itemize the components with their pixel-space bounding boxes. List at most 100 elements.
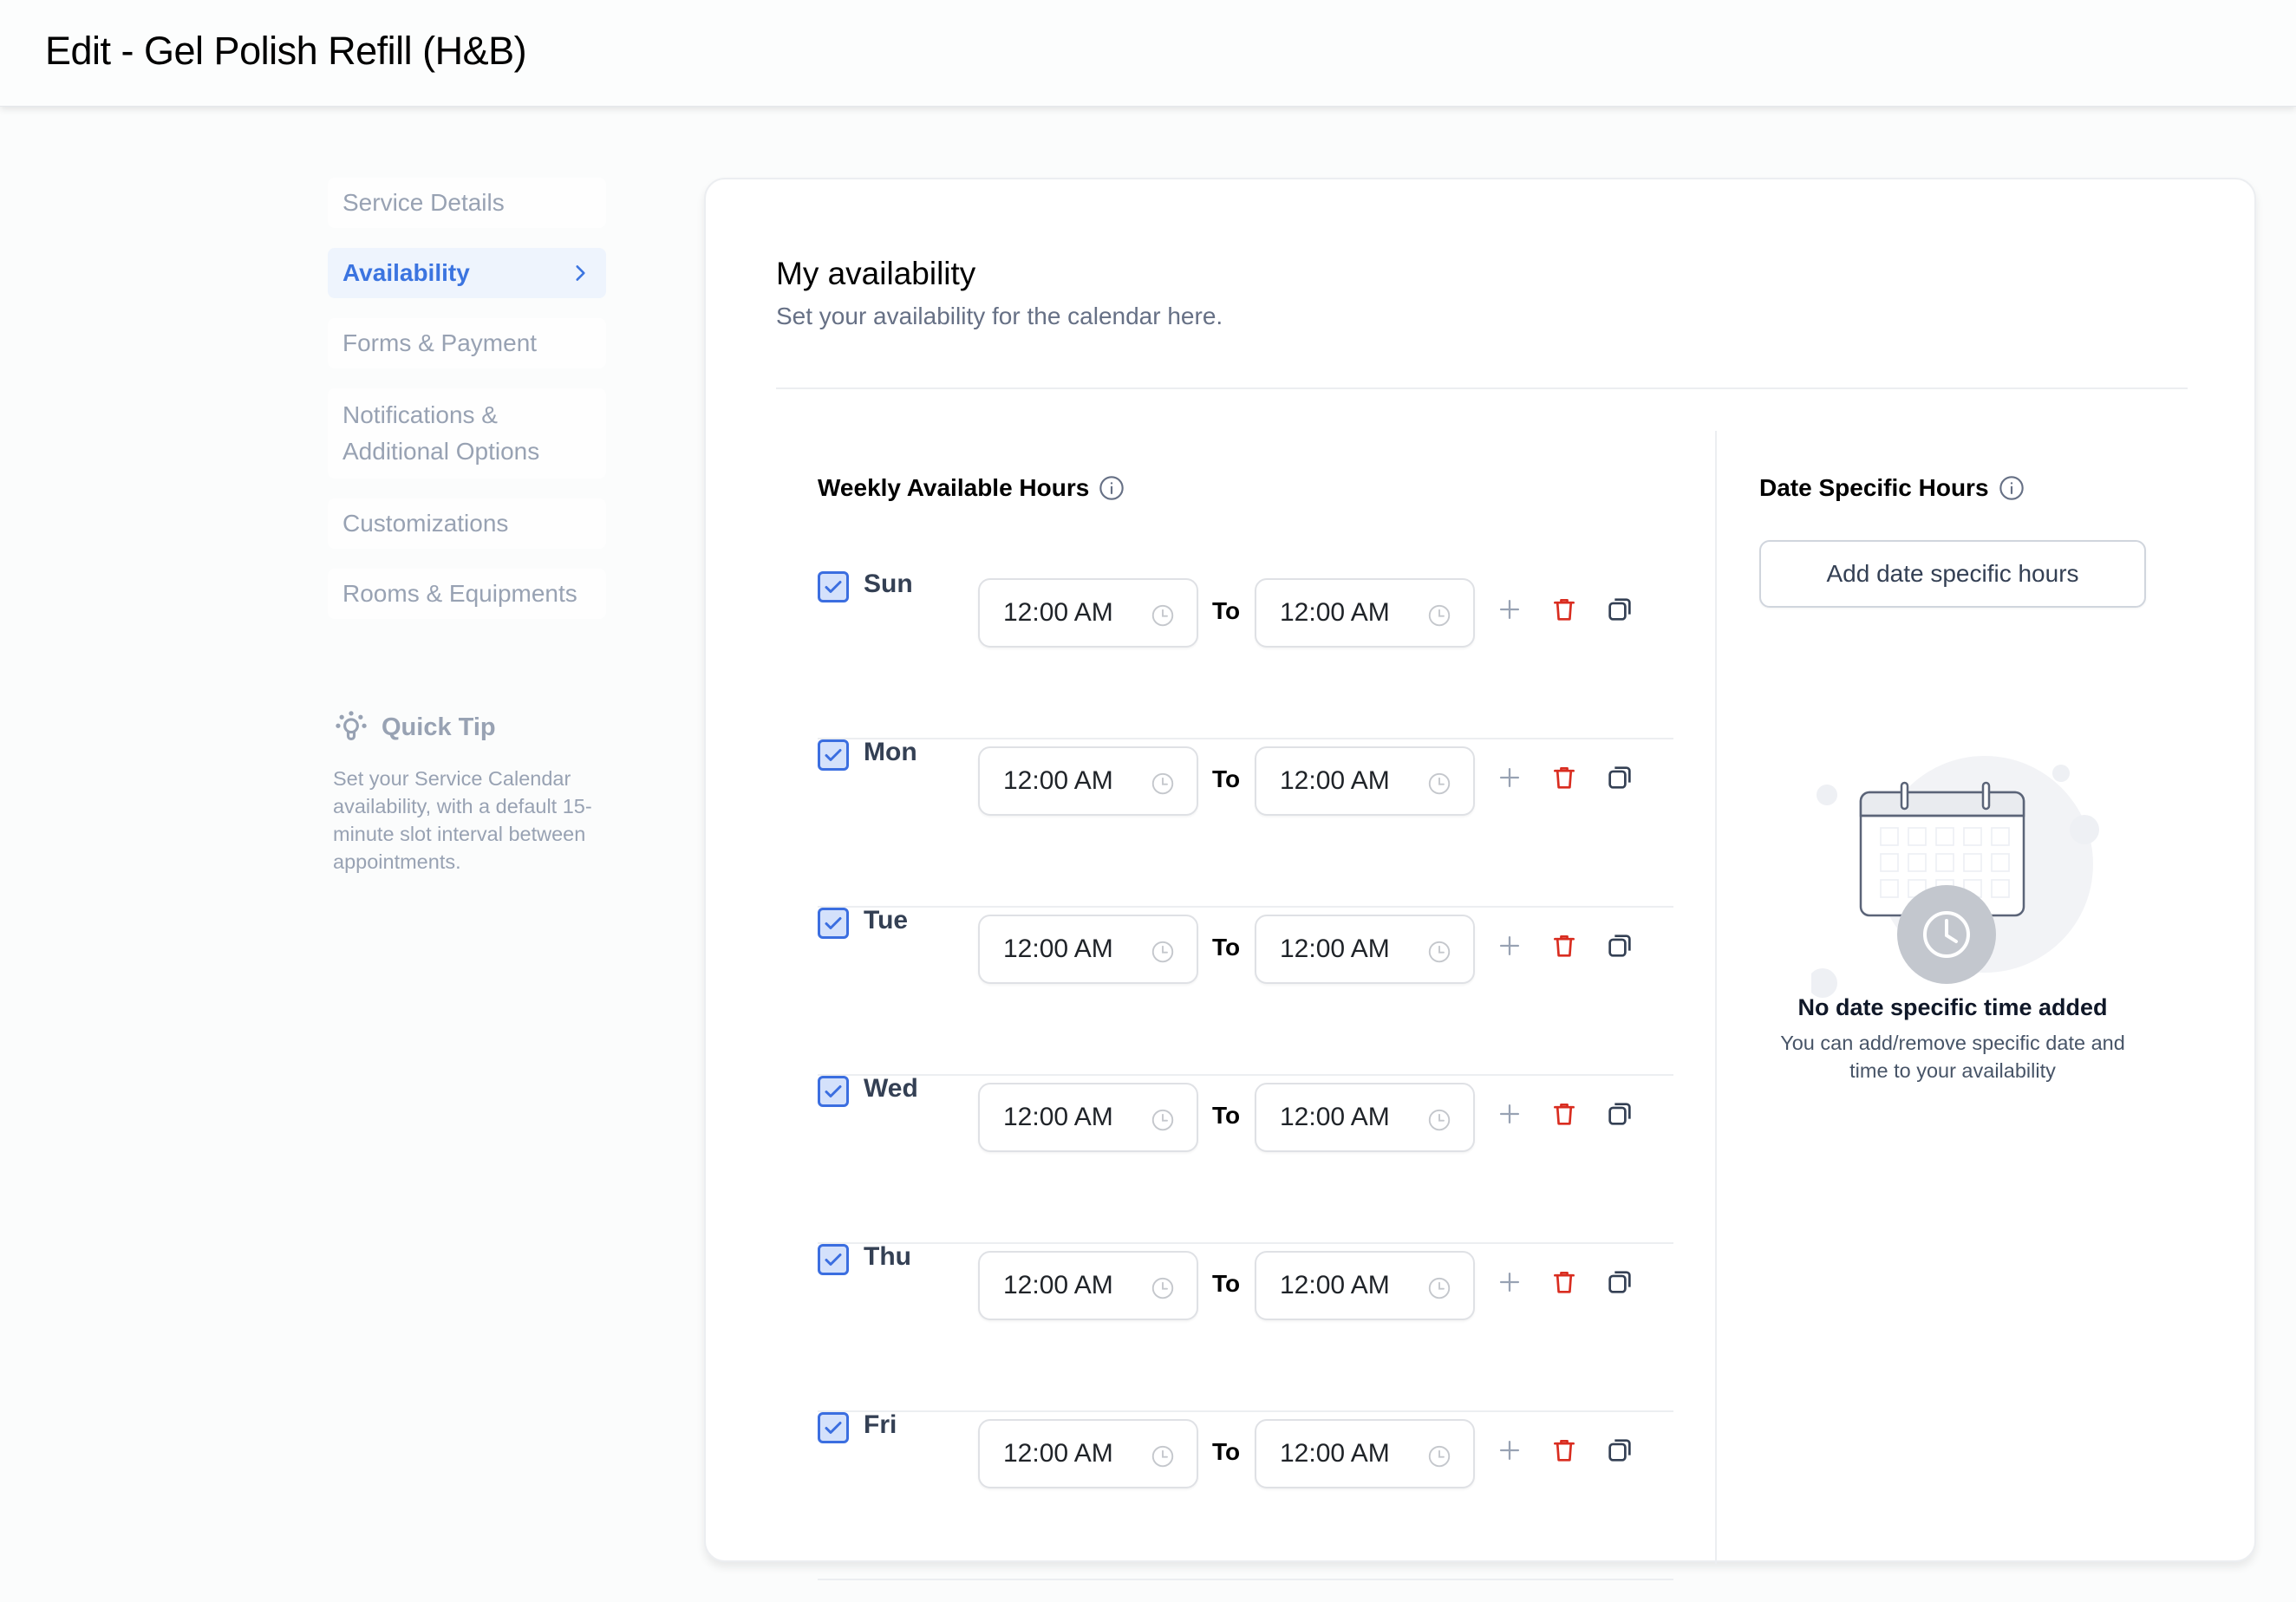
sidebar-item-service-details[interactable]: Service Details xyxy=(328,178,606,228)
weekly-hours-section: Weekly Available Hours Sun 12:00 AM To 12:0… xyxy=(818,474,1673,1580)
weekly-hours-heading: Weekly Available Hours xyxy=(818,474,1090,501)
start-time-value: 12:00 AM xyxy=(1003,1439,1113,1468)
start-time-value: 12:00 AM xyxy=(1003,934,1113,963)
day-checkbox[interactable] xyxy=(818,908,849,939)
end-time-value: 12:00 AM xyxy=(1280,1439,1390,1468)
end-time-input[interactable]: 12:00 AM xyxy=(1255,915,1475,984)
column-divider xyxy=(1715,431,1717,1564)
clock-icon xyxy=(1428,604,1451,627)
add-slot-button[interactable] xyxy=(1494,1435,1525,1466)
sidebar-item-availability[interactable]: Availability xyxy=(328,248,606,298)
sidebar-item-label: Customizations xyxy=(342,510,509,537)
date-specific-heading: Date Specific Hours xyxy=(1759,474,1989,501)
to-label: To xyxy=(1212,1270,1241,1297)
end-time-value: 12:00 AM xyxy=(1280,934,1390,963)
calendar-clock-illustration xyxy=(1811,756,2099,998)
delete-slot-button[interactable] xyxy=(1549,1098,1580,1130)
sidebar-item-customizations[interactable]: Customizations xyxy=(328,498,606,549)
trash-icon xyxy=(1554,935,1575,957)
to-label: To xyxy=(1212,765,1241,792)
trash-icon xyxy=(1554,767,1575,789)
add-slot-button[interactable] xyxy=(1494,1098,1525,1130)
sidebar-item-label: Forms & Payment xyxy=(342,329,538,356)
availability-card: My availability Set your availability fo… xyxy=(704,178,2256,1580)
add-slot-button[interactable] xyxy=(1494,594,1525,625)
to-label: To xyxy=(1212,1102,1241,1129)
delete-slot-button[interactable] xyxy=(1549,930,1580,961)
clock-icon xyxy=(1428,1109,1451,1131)
day-checkbox[interactable] xyxy=(818,1244,849,1275)
lightbulb-icon xyxy=(336,711,367,741)
copy-slot-button[interactable] xyxy=(1604,1267,1635,1298)
end-time-input[interactable]: 12:00 AM xyxy=(1255,1083,1475,1152)
day-label: Fri xyxy=(864,1410,897,1439)
day-checkbox[interactable] xyxy=(818,571,849,602)
day-row-sun: Sun 12:00 AM To 12:00 AM xyxy=(818,570,1673,739)
delete-slot-button[interactable] xyxy=(1549,1435,1580,1466)
end-time-input[interactable]: 12:00 AM xyxy=(1255,746,1475,816)
copy-slot-button[interactable] xyxy=(1604,1435,1635,1466)
divider xyxy=(776,387,2188,389)
copy-slot-button[interactable] xyxy=(1604,930,1635,961)
start-time-input[interactable]: 12:00 AM xyxy=(978,746,1198,816)
quick-tip: Quick Tip Set your Service Calendar avai… xyxy=(333,709,610,876)
start-time-input[interactable]: 12:00 AM xyxy=(978,1083,1198,1152)
trash-icon xyxy=(1554,1440,1575,1462)
delete-slot-button[interactable] xyxy=(1549,762,1580,793)
day-row-wed: Wed 12:00 AM To 12:00 AM xyxy=(818,1074,1673,1244)
start-time-input[interactable]: 12:00 AM xyxy=(978,915,1198,984)
sidebar-item-rooms-equipments[interactable]: Rooms & Equipments xyxy=(328,569,606,619)
info-icon[interactable] xyxy=(1098,474,1125,502)
day-label: Wed xyxy=(864,1074,918,1103)
start-time-value: 12:00 AM xyxy=(1003,1103,1113,1131)
plus-icon xyxy=(1499,1272,1520,1293)
sidebar-item-label: Notifications & Additional Options xyxy=(342,401,540,465)
sidebar-item-label: Service Details xyxy=(342,189,505,216)
end-time-input[interactable]: 12:00 AM xyxy=(1255,1419,1475,1488)
start-time-input[interactable]: 12:00 AM xyxy=(978,1419,1198,1488)
section-subtitle: Set your availability for the calendar h… xyxy=(776,303,1223,329)
section-title: My availability xyxy=(776,256,976,291)
clock-icon xyxy=(1428,941,1451,963)
quick-tip-title: Quick Tip xyxy=(382,713,496,741)
quick-tip-text: Set your Service Calendar availability, … xyxy=(333,767,592,873)
day-row-tue: Tue 12:00 AM To 12:00 AM xyxy=(818,906,1673,1076)
delete-slot-button[interactable] xyxy=(1549,1267,1580,1298)
copy-icon xyxy=(1608,1271,1631,1293)
start-time-value: 12:00 AM xyxy=(1003,598,1113,627)
clock-icon xyxy=(1428,772,1451,795)
clock-icon xyxy=(1151,604,1174,627)
plus-icon xyxy=(1499,1440,1520,1461)
add-slot-button[interactable] xyxy=(1494,1267,1525,1298)
copy-slot-button[interactable] xyxy=(1604,594,1635,625)
trash-icon xyxy=(1554,1104,1575,1125)
plus-icon xyxy=(1499,935,1520,956)
delete-slot-button[interactable] xyxy=(1549,594,1580,625)
add-slot-button[interactable] xyxy=(1494,930,1525,961)
trash-icon xyxy=(1554,1272,1575,1293)
day-row-thu: Thu 12:00 AM To 12:00 AM xyxy=(818,1242,1673,1412)
day-checkbox[interactable] xyxy=(818,1412,849,1443)
end-time-value: 12:00 AM xyxy=(1280,1271,1390,1299)
day-checkbox[interactable] xyxy=(818,1076,849,1107)
copy-slot-button[interactable] xyxy=(1604,1098,1635,1130)
check-icon xyxy=(825,581,842,593)
start-time-input[interactable]: 12:00 AM xyxy=(978,1251,1198,1320)
sidebar-nav: Service Details Availability Forms & Pay… xyxy=(328,178,606,639)
day-checkbox[interactable] xyxy=(818,739,849,771)
sidebar-item-notifications[interactable]: Notifications & Additional Options xyxy=(328,388,606,479)
end-time-input[interactable]: 12:00 AM xyxy=(1255,1251,1475,1320)
day-row-mon: Mon 12:00 AM To 12:00 AM xyxy=(818,738,1673,908)
sidebar-item-forms-payment[interactable]: Forms & Payment xyxy=(328,318,606,368)
clock-icon xyxy=(1428,1277,1451,1299)
info-icon[interactable] xyxy=(1998,474,2025,502)
add-slot-button[interactable] xyxy=(1494,762,1525,793)
copy-slot-button[interactable] xyxy=(1604,762,1635,793)
end-time-input[interactable]: 12:00 AM xyxy=(1255,578,1475,648)
day-label: Sun xyxy=(864,570,913,598)
start-time-input[interactable]: 12:00 AM xyxy=(978,578,1198,648)
copy-icon xyxy=(1608,1103,1631,1125)
page-title: Edit - Gel Polish Refill (H&B) xyxy=(45,29,527,73)
start-time-value: 12:00 AM xyxy=(1003,1271,1113,1299)
add-date-specific-hours-button[interactable]: Add date specific hours xyxy=(1759,540,2146,608)
